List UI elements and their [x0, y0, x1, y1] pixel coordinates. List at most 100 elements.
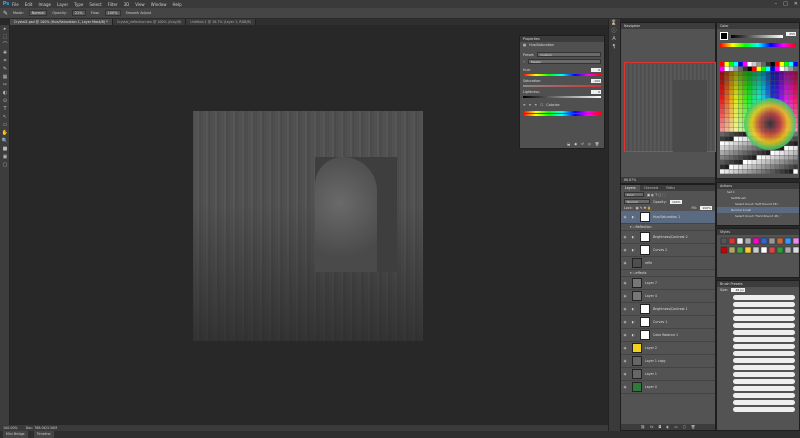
brush-stroke[interactable]	[733, 323, 795, 328]
swatch[interactable]	[770, 155, 775, 160]
swatch[interactable]	[793, 108, 798, 114]
swatch[interactable]	[752, 169, 757, 174]
visibility-eye-icon[interactable]: ◉	[621, 320, 629, 324]
swatch[interactable]	[775, 160, 780, 165]
swatch[interactable]	[729, 118, 734, 123]
swatch[interactable]	[770, 80, 775, 86]
swatch[interactable]	[724, 76, 729, 81]
menu-filter[interactable]: Filter	[108, 2, 118, 7]
swatch[interactable]	[733, 155, 739, 160]
swatch[interactable]	[742, 94, 748, 100]
swatch[interactable]	[788, 66, 794, 72]
clip-icon[interactable]: ⬓	[567, 142, 570, 146]
layer-row[interactable]: ◉ Layer 4	[621, 290, 715, 303]
crop-tool-icon[interactable]: ⌗	[0, 57, 10, 65]
swatch[interactable]	[733, 150, 739, 156]
swatch[interactable]	[738, 99, 743, 104]
swatch[interactable]	[793, 136, 798, 142]
swatch[interactable]	[765, 71, 771, 76]
swatch[interactable]	[761, 76, 766, 81]
swatch[interactable]	[779, 150, 784, 156]
swatch[interactable]	[747, 80, 752, 86]
layer-name[interactable]: Hue/Saturation 1	[653, 215, 680, 219]
hand-target-icon[interactable]: ☝	[523, 60, 525, 64]
swatch[interactable]	[793, 76, 798, 81]
swatch[interactable]	[765, 169, 771, 174]
swatch[interactable]	[756, 169, 761, 174]
channel-select[interactable]: Master	[528, 59, 601, 64]
swatch[interactable]	[742, 71, 748, 76]
swatch[interactable]	[720, 71, 725, 76]
swatch[interactable]	[788, 90, 794, 95]
swatch[interactable]	[765, 150, 771, 156]
swatch[interactable]	[779, 160, 784, 165]
swatch[interactable]	[747, 66, 752, 72]
swatch[interactable]	[742, 99, 748, 104]
swatch[interactable]	[793, 164, 798, 170]
color-wheel[interactable]	[744, 98, 796, 150]
swatch[interactable]	[729, 150, 734, 156]
swatch[interactable]	[788, 150, 794, 156]
swatch[interactable]	[793, 169, 798, 174]
swatch[interactable]	[779, 90, 784, 95]
swatch[interactable]	[770, 76, 775, 81]
swatch[interactable]	[724, 118, 729, 123]
style-swatch[interactable]	[768, 246, 776, 254]
paragraph-panel-icon[interactable]: ¶	[609, 43, 619, 51]
swatch[interactable]	[729, 132, 734, 137]
swatch[interactable]	[752, 76, 757, 81]
brush-tool-icon[interactable]: ✎	[0, 65, 10, 73]
swatch[interactable]	[733, 169, 739, 174]
swatch[interactable]	[770, 160, 775, 165]
visibility-eye-icon[interactable]: ◉	[621, 248, 629, 252]
swatch[interactable]	[724, 62, 729, 67]
swatch[interactable]	[752, 62, 757, 67]
swatch[interactable]	[770, 71, 775, 76]
layer-name[interactable]: Layer 7	[645, 281, 657, 285]
swatch[interactable]	[738, 122, 743, 128]
brush-stroke[interactable]	[733, 358, 795, 363]
type-tool-icon[interactable]: T	[0, 105, 10, 113]
layer-thumbnail[interactable]	[640, 317, 650, 327]
add-mask-icon[interactable]: ◘	[658, 424, 661, 430]
swatch[interactable]	[733, 62, 739, 67]
lightness-slider[interactable]	[523, 96, 601, 98]
layer-thumbnail[interactable]	[640, 212, 650, 222]
swatch[interactable]	[775, 62, 780, 67]
swatch[interactable]	[793, 155, 798, 160]
swatch[interactable]	[724, 122, 729, 128]
swatch[interactable]	[793, 141, 798, 146]
swatch[interactable]	[779, 169, 784, 174]
layer-thumbnail[interactable]	[640, 304, 650, 314]
visibility-eye-icon[interactable]: ◉	[621, 281, 629, 285]
swatch[interactable]	[747, 62, 752, 67]
swatch[interactable]	[724, 127, 729, 132]
swatch[interactable]	[738, 127, 743, 132]
visibility-eye-icon[interactable]: ◉	[621, 235, 629, 239]
eyedropper-icon[interactable]: ✒	[523, 103, 526, 107]
swatch[interactable]	[724, 164, 729, 170]
swatch[interactable]	[724, 90, 729, 95]
layer-name[interactable]: Curves 2	[653, 248, 667, 252]
swatch[interactable]	[724, 113, 729, 118]
menu-view[interactable]: View	[135, 2, 145, 7]
swatch[interactable]	[742, 150, 748, 156]
swatch[interactable]	[720, 150, 725, 156]
swatch[interactable]	[765, 164, 771, 170]
swatch[interactable]	[788, 62, 794, 67]
brush-stroke[interactable]	[733, 344, 795, 349]
swatch[interactable]	[784, 160, 789, 165]
style-swatch[interactable]	[728, 237, 736, 245]
swatch[interactable]	[738, 118, 743, 123]
spectrum-bar[interactable]	[720, 43, 796, 47]
tab-timeline[interactable]: Timeline	[33, 431, 54, 438]
brush-stroke[interactable]	[733, 330, 795, 335]
swatch[interactable]	[761, 71, 766, 76]
lasso-tool-icon[interactable]: ⌒	[0, 41, 10, 49]
swatch[interactable]	[720, 136, 725, 142]
swatch[interactable]	[720, 160, 725, 165]
swatch[interactable]	[738, 132, 743, 137]
swatch[interactable]	[729, 122, 734, 128]
layer-row[interactable]: ◉ Layer 7	[621, 277, 715, 290]
swatch[interactable]	[788, 146, 794, 151]
